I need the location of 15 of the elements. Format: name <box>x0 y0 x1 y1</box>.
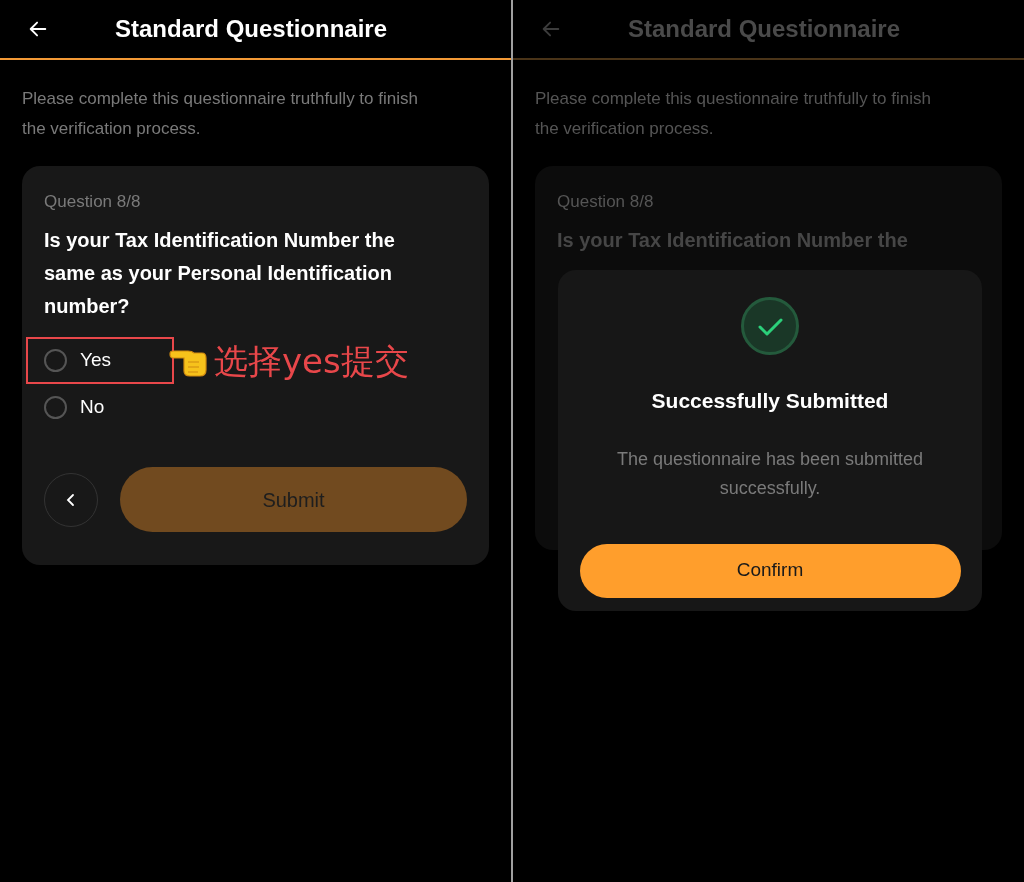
intro-text: Please complete this questionnaire truthfully to finish the verification process. <box>534 88 932 140</box>
question-counter: Question 8/8 <box>557 191 655 213</box>
confirm-button[interactable]: Confirm <box>579 543 961 598</box>
intro-text: Please complete this questionnaire truthfully to finish the verification process. <box>21 88 419 140</box>
question-counter: Question 8/8 <box>44 191 142 213</box>
page-title: Standard Questionnaire <box>115 14 388 44</box>
radio-option[interactable]: No <box>44 386 144 429</box>
dialog-message: The questionnaire has been submitted successfully. <box>615 447 925 500</box>
annotation-text: 选择yes提交 <box>214 340 409 381</box>
success-check-icon <box>741 297 799 355</box>
dialog-title: Successfully Submitted <box>651 388 889 414</box>
question-text: Is your Tax Identification Number the <box>557 228 909 253</box>
page-title: Standard Questionnaire <box>628 14 901 44</box>
question-text: Is your Tax Identification Number the same as your Personal Identification number? <box>44 228 396 319</box>
radio-option[interactable]: Yes <box>28 339 172 382</box>
